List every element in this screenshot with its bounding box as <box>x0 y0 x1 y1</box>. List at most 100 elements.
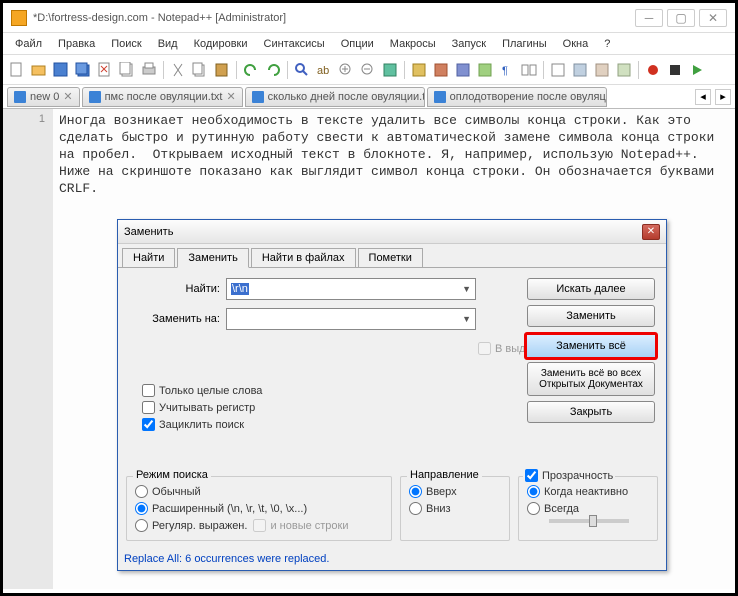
menu-run[interactable]: Запуск <box>444 36 494 52</box>
dir-up-radio[interactable]: Вверх <box>409 485 501 498</box>
file-icon <box>252 91 264 103</box>
file-tabs: new 0✕ пмс после овуляции.txt✕ сколько д… <box>3 85 735 109</box>
stop-icon[interactable] <box>665 60 685 80</box>
open-icon[interactable] <box>29 60 49 80</box>
close-dialog-button[interactable]: Закрыть <box>527 401 655 423</box>
app-icon <box>11 10 27 26</box>
replace-label: Заменить на: <box>126 313 226 325</box>
dialog-close-button[interactable]: ✕ <box>642 224 660 240</box>
file-icon <box>14 91 26 103</box>
save-icon[interactable] <box>51 60 71 80</box>
mode-regex-radio[interactable]: Регуляр. выражен. <box>135 519 247 532</box>
toolbar: ab ¶ <box>3 55 735 85</box>
menu-syntax[interactable]: Синтаксисы <box>256 36 333 52</box>
svg-text:ab: ab <box>317 65 329 77</box>
menu-help[interactable]: ? <box>596 36 618 52</box>
maximize-button[interactable]: ▢ <box>667 9 695 27</box>
find-next-button[interactable]: Искать далее <box>527 278 655 300</box>
minimize-button[interactable]: ─ <box>635 9 663 27</box>
print-icon[interactable] <box>139 60 159 80</box>
dlg-tab-marks[interactable]: Пометки <box>358 248 423 267</box>
save-all-icon[interactable] <box>73 60 93 80</box>
wrap-checkbox[interactable]: Зациклить поиск <box>142 418 262 431</box>
play-icon[interactable] <box>687 60 707 80</box>
redo-icon[interactable] <box>263 60 283 80</box>
tabs-prev-icon[interactable]: ◂ <box>695 89 711 105</box>
tool9-icon[interactable] <box>570 60 590 80</box>
trans-inactive-radio[interactable]: Когда неактивно <box>527 485 649 498</box>
zoom-out-icon[interactable] <box>358 60 378 80</box>
tab-close-icon[interactable]: ✕ <box>226 90 235 103</box>
tool7-icon[interactable] <box>519 60 539 80</box>
dlg-tab-find-in-files[interactable]: Найти в файлах <box>251 248 356 267</box>
find-input[interactable]: \r\n▼ <box>226 278 476 300</box>
tool2-icon[interactable] <box>409 60 429 80</box>
file-icon <box>434 91 446 103</box>
cut-icon[interactable] <box>168 60 188 80</box>
record-icon[interactable] <box>643 60 663 80</box>
direction-group: Направление Вверх Вниз <box>400 476 510 541</box>
title-bar: *D:\fortress-design.com - Notepad++ [Adm… <box>3 3 735 33</box>
line-gutter: 1 <box>3 109 53 589</box>
dropdown-icon[interactable]: ▼ <box>462 314 471 324</box>
copy-icon[interactable] <box>190 60 210 80</box>
tool5-icon[interactable] <box>475 60 495 80</box>
window-title: *D:\fortress-design.com - Notepad++ [Adm… <box>33 12 631 24</box>
menu-view[interactable]: Вид <box>150 36 186 52</box>
dlg-tab-replace[interactable]: Заменить <box>177 248 248 268</box>
dialog-title: Заменить <box>124 226 642 238</box>
menu-options[interactable]: Опции <box>333 36 382 52</box>
mode-extended-radio[interactable]: Расширенный (\n, \r, \t, \0, \x...) <box>135 502 383 515</box>
file-tab-3[interactable]: оплодотворение после овуляции.txt✕ <box>427 87 607 107</box>
whole-words-checkbox[interactable]: Только целые слова <box>142 384 262 397</box>
dialog-titlebar[interactable]: Заменить ✕ <box>118 220 666 244</box>
file-tab-1[interactable]: пмс после овуляции.txt✕ <box>82 87 243 107</box>
tool6-icon[interactable]: ¶ <box>497 60 517 80</box>
tool4-icon[interactable] <box>453 60 473 80</box>
match-case-checkbox[interactable]: Учитывать регистр <box>142 401 262 414</box>
tool10-icon[interactable] <box>592 60 612 80</box>
tool-icon[interactable] <box>380 60 400 80</box>
menu-plugins[interactable]: Плагины <box>494 36 555 52</box>
file-tab-0[interactable]: new 0✕ <box>7 87 80 107</box>
paste-icon[interactable] <box>212 60 232 80</box>
replace-icon[interactable]: ab <box>314 60 334 80</box>
mode-normal-radio[interactable]: Обычный <box>135 485 383 498</box>
close-all-icon[interactable] <box>117 60 137 80</box>
tabs-next-icon[interactable]: ▸ <box>715 89 731 105</box>
transparency-checkbox[interactable]: Прозрачность <box>523 469 615 482</box>
tool3-icon[interactable] <box>431 60 451 80</box>
file-tab-2[interactable]: сколько дней после овуляции.txt✕ <box>245 87 425 107</box>
menu-macros[interactable]: Макросы <box>382 36 444 52</box>
undo-icon[interactable] <box>241 60 261 80</box>
zoom-in-icon[interactable] <box>336 60 356 80</box>
menu-file[interactable]: Файл <box>7 36 50 52</box>
tab-close-icon[interactable]: ✕ <box>63 90 72 103</box>
replace-button[interactable]: Заменить <box>527 305 655 327</box>
dropdown-icon[interactable]: ▼ <box>462 284 471 294</box>
group-title: Режим поиска <box>133 469 211 481</box>
replace-input[interactable]: ▼ <box>226 308 476 330</box>
trans-always-radio[interactable]: Всегда <box>527 502 649 515</box>
search-mode-group: Режим поиска Обычный Расширенный (\n, \r… <box>126 476 392 541</box>
newline-checkbox: и новые строки <box>253 519 348 532</box>
dir-down-radio[interactable]: Вниз <box>409 502 501 515</box>
close-file-icon[interactable] <box>95 60 115 80</box>
svg-text:¶: ¶ <box>502 65 508 77</box>
file-icon <box>89 91 101 103</box>
replace-all-open-button[interactable]: Заменить всё во всех Открытых Документах <box>527 362 655 396</box>
find-icon[interactable] <box>292 60 312 80</box>
menu-windows[interactable]: Окна <box>555 36 597 52</box>
dlg-tab-find[interactable]: Найти <box>122 248 175 267</box>
close-button[interactable]: ✕ <box>699 9 727 27</box>
tool8-icon[interactable] <box>548 60 568 80</box>
menu-encoding[interactable]: Кодировки <box>186 36 256 52</box>
menu-bar: Файл Правка Поиск Вид Кодировки Синтакси… <box>3 33 735 55</box>
status-text: Replace All: 6 occurrences were replaced… <box>124 553 329 565</box>
new-icon[interactable] <box>7 60 27 80</box>
menu-edit[interactable]: Правка <box>50 36 103 52</box>
transparency-slider[interactable] <box>549 519 629 523</box>
menu-search[interactable]: Поиск <box>103 36 149 52</box>
tool11-icon[interactable] <box>614 60 634 80</box>
replace-all-button[interactable]: Заменить всё <box>524 332 658 360</box>
